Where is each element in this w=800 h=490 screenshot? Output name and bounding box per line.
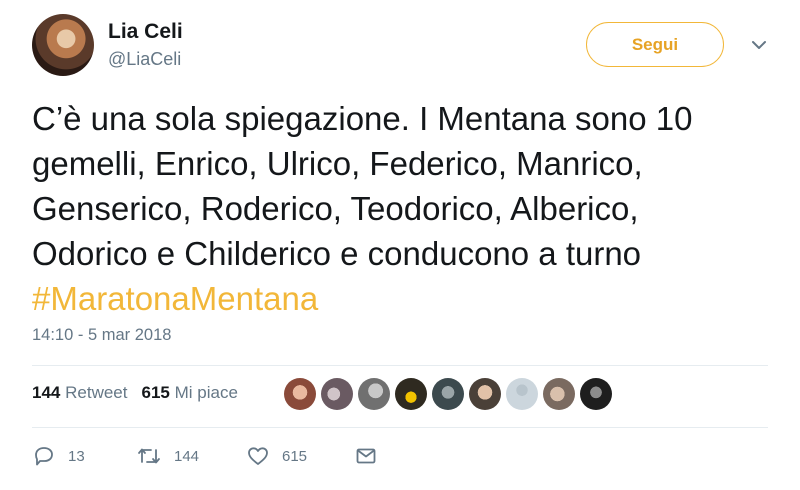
like-count: 615 <box>141 383 170 402</box>
liker-avatar[interactable] <box>506 378 538 410</box>
author-name[interactable]: Lia Celi <box>108 20 183 44</box>
divider <box>32 365 768 366</box>
liker-avatar[interactable] <box>284 378 316 410</box>
direct-message-button[interactable] <box>354 444 378 468</box>
liker-avatar[interactable] <box>580 378 612 410</box>
chevron-down-icon[interactable] <box>748 34 770 56</box>
retweet-label: Retweet <box>65 383 128 402</box>
retweet-stat[interactable]: 144 Retweet <box>32 383 127 403</box>
engagement-stats: 144 Retweet 615 Mi piace <box>32 383 238 403</box>
tweet-line: Odorico e Childerico e conducono a turno <box>32 235 642 272</box>
retweet-button[interactable]: 144 <box>136 444 246 468</box>
action-bar: 13 144 615 <box>32 444 378 468</box>
tweet-line: C’è una sola spiegazione. I Mentana sono… <box>32 100 693 137</box>
retweet-count: 144 <box>32 383 61 402</box>
reply-count: 13 <box>68 447 85 465</box>
author-handle[interactable]: @LiaCeli <box>108 49 181 70</box>
retweet-action-count: 144 <box>174 447 200 465</box>
divider <box>32 427 768 428</box>
retweet-icon <box>136 444 162 468</box>
like-action-count: 615 <box>282 447 308 465</box>
like-label: Mi piace <box>174 383 238 402</box>
liker-avatar[interactable] <box>543 378 575 410</box>
liker-avatar[interactable] <box>395 378 427 410</box>
tweet-text: C’è una sola spiegazione. I Mentana sono… <box>32 96 782 321</box>
liker-avatar[interactable] <box>358 378 390 410</box>
like-button[interactable]: 615 <box>246 444 354 468</box>
tweet-timestamp[interactable]: 14:10 - 5 mar 2018 <box>32 326 171 345</box>
liker-avatar[interactable] <box>321 378 353 410</box>
avatar[interactable] <box>32 14 94 76</box>
mail-icon <box>354 444 378 468</box>
tweet-line: gemelli, Enrico, Ulrico, Federico, Manri… <box>32 145 643 182</box>
reply-icon <box>32 444 56 468</box>
follow-button[interactable]: Segui <box>586 22 724 67</box>
heart-icon <box>246 444 270 468</box>
tweet-line: Genserico, Roderico, Teodorico, Alberico… <box>32 190 639 227</box>
reply-button[interactable]: 13 <box>32 444 136 468</box>
liker-avatar[interactable] <box>469 378 501 410</box>
hashtag-link[interactable]: #MaratonaMentana <box>32 276 782 321</box>
liker-avatars <box>284 378 612 410</box>
liker-avatar[interactable] <box>432 378 464 410</box>
like-stat[interactable]: 615 Mi piace <box>141 383 237 403</box>
